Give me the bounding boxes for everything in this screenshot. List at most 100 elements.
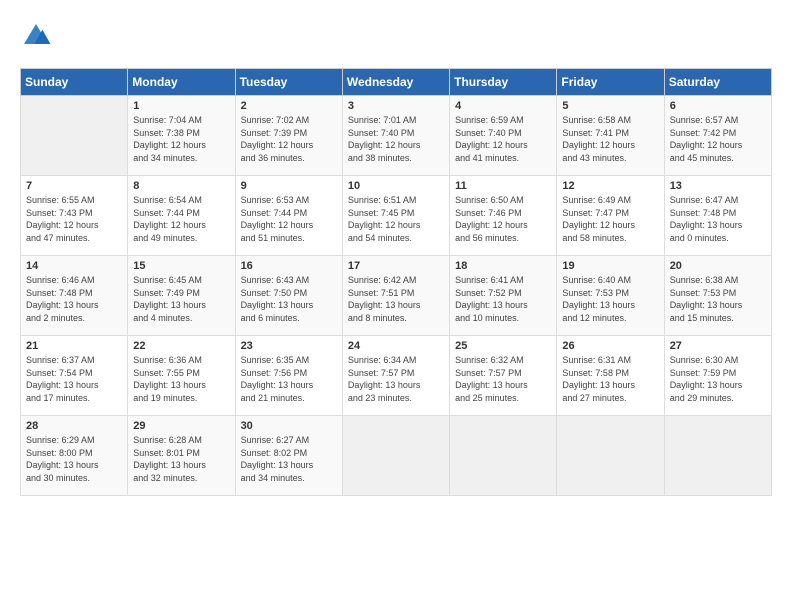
- day-info: Sunrise: 6:50 AMSunset: 7:46 PMDaylight:…: [455, 194, 551, 244]
- col-header-friday: Friday: [557, 69, 664, 96]
- calendar-cell: [21, 96, 128, 176]
- calendar-cell: 23 Sunrise: 6:35 AMSunset: 7:56 PMDayligh…: [235, 336, 342, 416]
- day-info: Sunrise: 7:04 AMSunset: 7:38 PMDaylight:…: [133, 114, 229, 164]
- calendar-cell: 15 Sunrise: 6:45 AMSunset: 7:49 PMDayligh…: [128, 256, 235, 336]
- col-header-thursday: Thursday: [450, 69, 557, 96]
- day-number: 8: [133, 180, 229, 192]
- day-number: 4: [455, 100, 551, 112]
- day-info: Sunrise: 6:29 AMSunset: 8:00 PMDaylight:…: [26, 434, 122, 484]
- col-header-wednesday: Wednesday: [342, 69, 449, 96]
- day-info: Sunrise: 6:41 AMSunset: 7:52 PMDaylight:…: [455, 274, 551, 324]
- day-number: 7: [26, 180, 122, 192]
- day-number: 29: [133, 420, 229, 432]
- calendar-cell: 18 Sunrise: 6:41 AMSunset: 7:52 PMDayligh…: [450, 256, 557, 336]
- calendar-cell: 27 Sunrise: 6:30 AMSunset: 7:59 PMDayligh…: [664, 336, 771, 416]
- col-header-monday: Monday: [128, 69, 235, 96]
- day-info: Sunrise: 6:47 AMSunset: 7:48 PMDaylight:…: [670, 194, 766, 244]
- day-info: Sunrise: 6:38 AMSunset: 7:53 PMDaylight:…: [670, 274, 766, 324]
- col-header-sunday: Sunday: [21, 69, 128, 96]
- day-info: Sunrise: 6:54 AMSunset: 7:44 PMDaylight:…: [133, 194, 229, 244]
- day-info: Sunrise: 6:28 AMSunset: 8:01 PMDaylight:…: [133, 434, 229, 484]
- calendar-header-row: SundayMondayTuesdayWednesdayThursdayFrid…: [21, 69, 772, 96]
- day-info: Sunrise: 6:31 AMSunset: 7:58 PMDaylight:…: [562, 354, 658, 404]
- calendar-cell: 16 Sunrise: 6:43 AMSunset: 7:50 PMDayligh…: [235, 256, 342, 336]
- day-info: Sunrise: 6:51 AMSunset: 7:45 PMDaylight:…: [348, 194, 444, 244]
- day-info: Sunrise: 6:55 AMSunset: 7:43 PMDaylight:…: [26, 194, 122, 244]
- day-info: Sunrise: 6:45 AMSunset: 7:49 PMDaylight:…: [133, 274, 229, 324]
- calendar-cell: [557, 416, 664, 496]
- calendar-cell: 3Sunrise: 7:01 AMSunset: 7:40 PMDaylight…: [342, 96, 449, 176]
- calendar-week-row: 14 Sunrise: 6:46 AMSunset: 7:48 PMDayligh…: [21, 256, 772, 336]
- day-number: 22: [133, 340, 229, 352]
- calendar-cell: 29 Sunrise: 6:28 AMSunset: 8:01 PMDayligh…: [128, 416, 235, 496]
- calendar-week-row: 7 Sunrise: 6:55 AMSunset: 7:43 PMDaylight…: [21, 176, 772, 256]
- page-header: [20, 20, 772, 52]
- day-number: 19: [562, 260, 658, 272]
- calendar-cell: 6 Sunrise: 6:57 AMSunset: 7:42 PMDaylight…: [664, 96, 771, 176]
- day-number: 18: [455, 260, 551, 272]
- day-number: 9: [241, 180, 337, 192]
- calendar-cell: 9 Sunrise: 6:53 AMSunset: 7:44 PMDaylight…: [235, 176, 342, 256]
- day-number: 21: [26, 340, 122, 352]
- day-number: 1: [133, 100, 229, 112]
- calendar-cell: 17 Sunrise: 6:42 AMSunset: 7:51 PMDayligh…: [342, 256, 449, 336]
- day-number: 25: [455, 340, 551, 352]
- calendar-week-row: 21 Sunrise: 6:37 AMSunset: 7:54 PMDayligh…: [21, 336, 772, 416]
- calendar-cell: 4Sunrise: 6:59 AMSunset: 7:40 PMDaylight…: [450, 96, 557, 176]
- calendar-cell: 11 Sunrise: 6:50 AMSunset: 7:46 PMDayligh…: [450, 176, 557, 256]
- day-info: Sunrise: 6:53 AMSunset: 7:44 PMDaylight:…: [241, 194, 337, 244]
- calendar-week-row: 1 Sunrise: 7:04 AMSunset: 7:38 PMDaylight…: [21, 96, 772, 176]
- day-number: 10: [348, 180, 444, 192]
- day-number: 12: [562, 180, 658, 192]
- day-info: Sunrise: 7:02 AMSunset: 7:39 PMDaylight:…: [241, 114, 337, 164]
- calendar-cell: 22 Sunrise: 6:36 AMSunset: 7:55 PMDayligh…: [128, 336, 235, 416]
- day-number: 27: [670, 340, 766, 352]
- logo: [20, 20, 56, 52]
- col-header-tuesday: Tuesday: [235, 69, 342, 96]
- day-info: Sunrise: 6:32 AMSunset: 7:57 PMDaylight:…: [455, 354, 551, 404]
- calendar-cell: 21 Sunrise: 6:37 AMSunset: 7:54 PMDayligh…: [21, 336, 128, 416]
- day-info: Sunrise: 6:35 AMSunset: 7:56 PMDaylight:…: [241, 354, 337, 404]
- calendar-cell: 2 Sunrise: 7:02 AMSunset: 7:39 PMDaylight…: [235, 96, 342, 176]
- calendar-table: SundayMondayTuesdayWednesdayThursdayFrid…: [20, 68, 772, 496]
- day-number: 3: [348, 100, 444, 112]
- day-info: Sunrise: 6:30 AMSunset: 7:59 PMDaylight:…: [670, 354, 766, 404]
- day-number: 24: [348, 340, 444, 352]
- day-info: Sunrise: 6:46 AMSunset: 7:48 PMDaylight:…: [26, 274, 122, 324]
- day-number: 6: [670, 100, 766, 112]
- calendar-cell: 8 Sunrise: 6:54 AMSunset: 7:44 PMDaylight…: [128, 176, 235, 256]
- calendar-cell: 7 Sunrise: 6:55 AMSunset: 7:43 PMDaylight…: [21, 176, 128, 256]
- day-number: 16: [241, 260, 337, 272]
- calendar-cell: 28 Sunrise: 6:29 AMSunset: 8:00 PMDayligh…: [21, 416, 128, 496]
- day-number: 11: [455, 180, 551, 192]
- day-number: 23: [241, 340, 337, 352]
- calendar-cell: 24Sunrise: 6:34 AMSunset: 7:57 PMDayligh…: [342, 336, 449, 416]
- calendar-cell: [664, 416, 771, 496]
- calendar-cell: 20Sunrise: 6:38 AMSunset: 7:53 PMDayligh…: [664, 256, 771, 336]
- day-number: 5: [562, 100, 658, 112]
- day-info: Sunrise: 6:40 AMSunset: 7:53 PMDaylight:…: [562, 274, 658, 324]
- day-number: 2: [241, 100, 337, 112]
- day-info: Sunrise: 6:43 AMSunset: 7:50 PMDaylight:…: [241, 274, 337, 324]
- day-info: Sunrise: 6:36 AMSunset: 7:55 PMDaylight:…: [133, 354, 229, 404]
- day-number: 28: [26, 420, 122, 432]
- calendar-cell: 1 Sunrise: 7:04 AMSunset: 7:38 PMDaylight…: [128, 96, 235, 176]
- calendar-cell: 5 Sunrise: 6:58 AMSunset: 7:41 PMDaylight…: [557, 96, 664, 176]
- day-number: 30: [241, 420, 337, 432]
- day-number: 15: [133, 260, 229, 272]
- day-number: 14: [26, 260, 122, 272]
- calendar-cell: 10 Sunrise: 6:51 AMSunset: 7:45 PMDayligh…: [342, 176, 449, 256]
- calendar-cell: 25 Sunrise: 6:32 AMSunset: 7:57 PMDayligh…: [450, 336, 557, 416]
- day-info: Sunrise: 6:37 AMSunset: 7:54 PMDaylight:…: [26, 354, 122, 404]
- day-info: Sunrise: 6:42 AMSunset: 7:51 PMDaylight:…: [348, 274, 444, 324]
- calendar-cell: [450, 416, 557, 496]
- day-info: Sunrise: 6:58 AMSunset: 7:41 PMDaylight:…: [562, 114, 658, 164]
- col-header-saturday: Saturday: [664, 69, 771, 96]
- calendar-cell: 14 Sunrise: 6:46 AMSunset: 7:48 PMDayligh…: [21, 256, 128, 336]
- calendar-cell: [342, 416, 449, 496]
- day-info: Sunrise: 6:57 AMSunset: 7:42 PMDaylight:…: [670, 114, 766, 164]
- day-number: 13: [670, 180, 766, 192]
- calendar-cell: 30Sunrise: 6:27 AMSunset: 8:02 PMDayligh…: [235, 416, 342, 496]
- calendar-week-row: 28 Sunrise: 6:29 AMSunset: 8:00 PMDayligh…: [21, 416, 772, 496]
- day-number: 17: [348, 260, 444, 272]
